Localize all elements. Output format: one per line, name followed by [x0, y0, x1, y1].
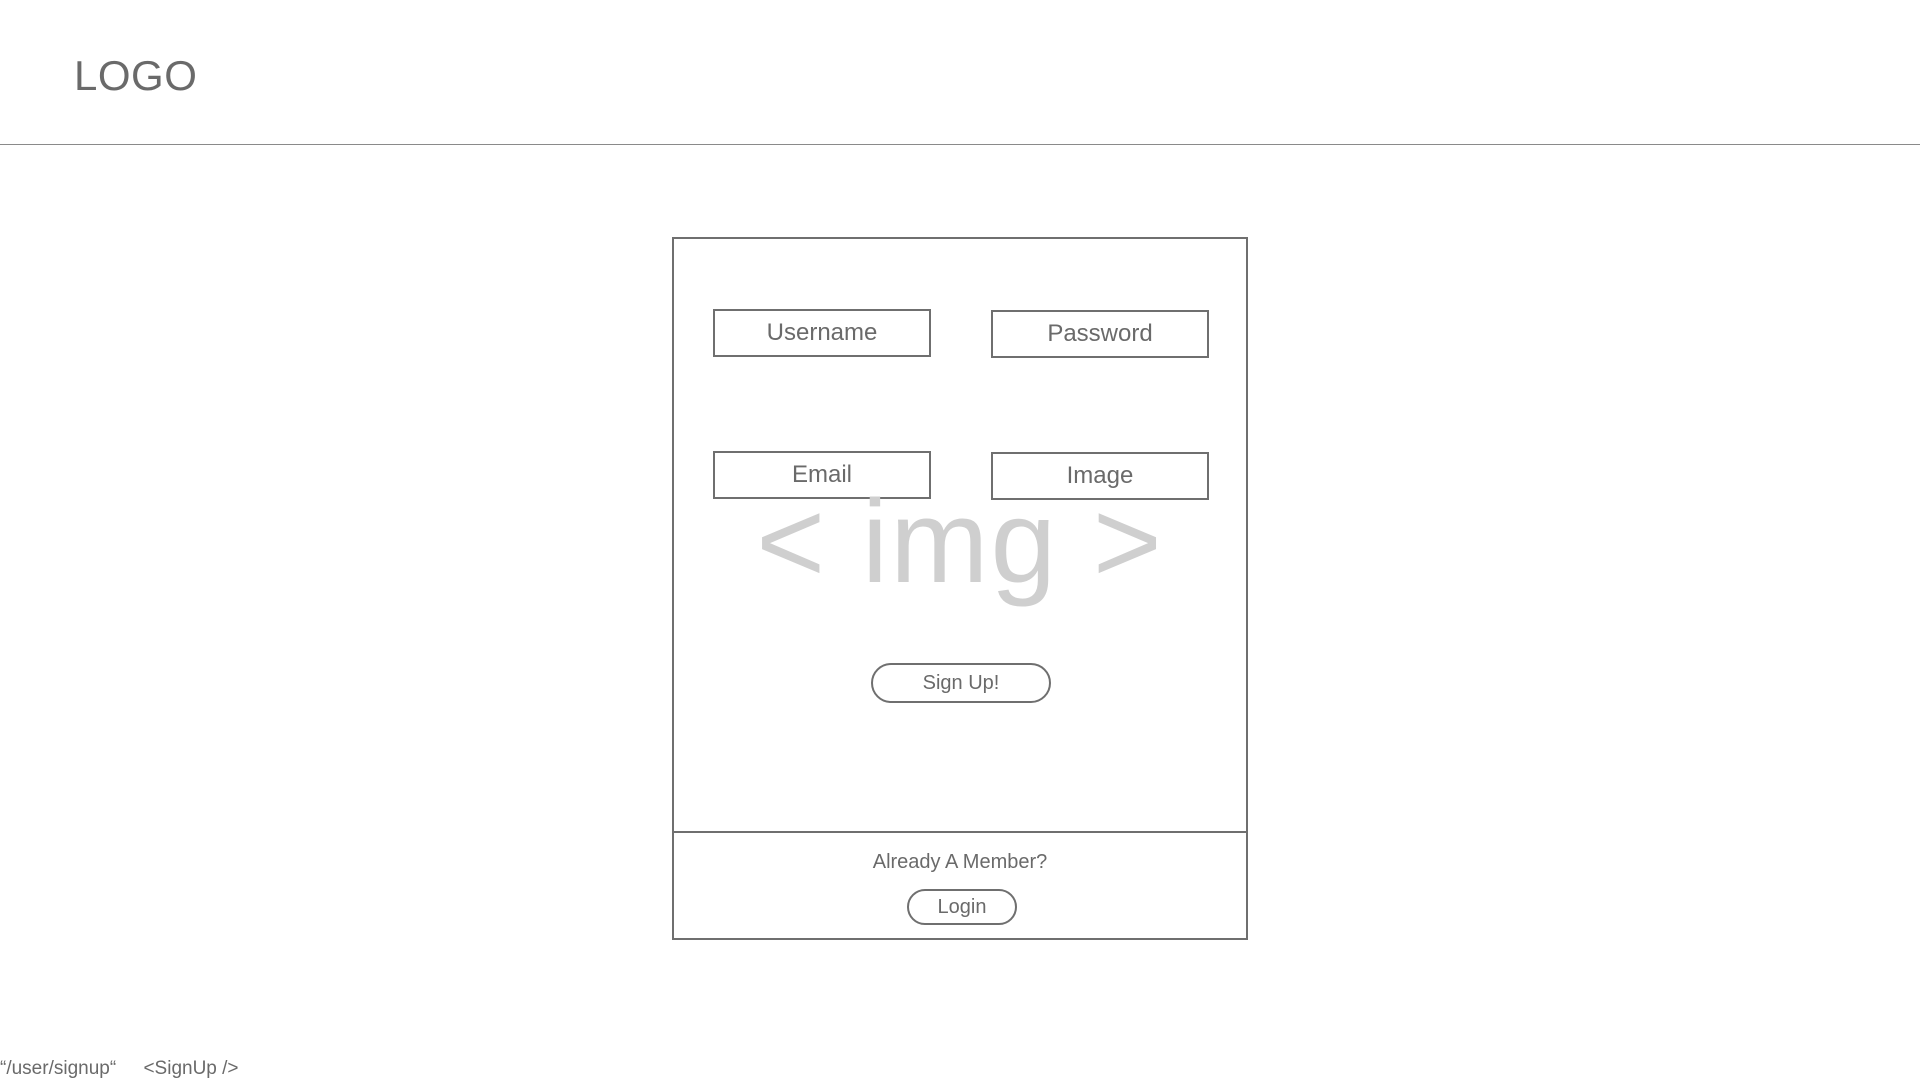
login-button[interactable]: Login — [907, 889, 1017, 925]
signup-button[interactable]: Sign Up! — [871, 663, 1051, 703]
component-label: <SignUp /> — [143, 1058, 239, 1079]
logo[interactable]: LOGO — [74, 52, 197, 100]
signup-card: Username Password Email Image < img > Si… — [672, 237, 1248, 940]
password-input[interactable]: Password — [991, 310, 1209, 358]
signup-page: LOGO Username Password Email Image < img… — [0, 0, 1920, 1080]
route-label: “/user/signup“ — [0, 1058, 117, 1079]
footer-annotation: “/user/signup“ <SignUp /> — [0, 1058, 239, 1080]
header-divider — [0, 144, 1920, 145]
card-divider — [674, 831, 1246, 833]
already-member-text: Already A Member? — [872, 851, 1048, 873]
username-input[interactable]: Username — [713, 309, 931, 357]
image-placeholder: < img > — [756, 476, 1164, 608]
